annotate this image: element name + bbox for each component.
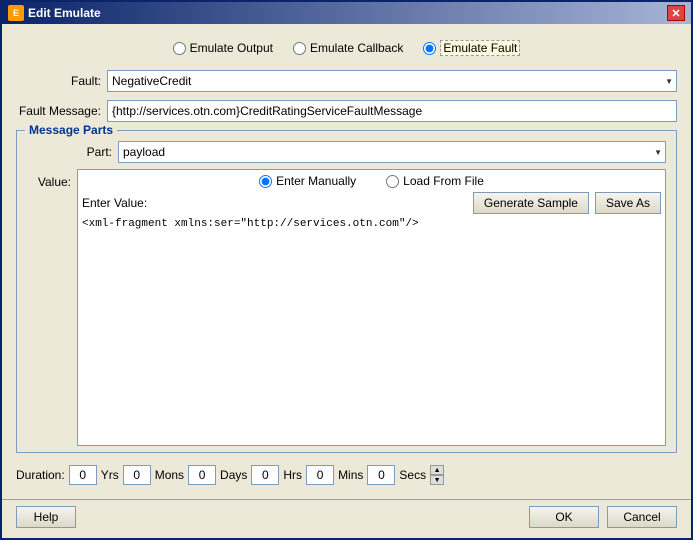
duration-mins-input[interactable] xyxy=(306,465,334,485)
duration-yrs-input[interactable] xyxy=(69,465,97,485)
duration-label: Duration: xyxy=(16,468,65,482)
action-buttons: Generate Sample Save As xyxy=(473,192,661,214)
value-row-wrapper: Value: Enter Manually Load From File xyxy=(27,169,666,446)
emulate-output-label: Emulate Output xyxy=(190,41,273,55)
emulate-fault-radio[interactable] xyxy=(423,42,436,55)
days-label: Days xyxy=(220,468,247,482)
part-select[interactable]: payload xyxy=(118,141,666,163)
duration-secs-input[interactable] xyxy=(367,465,395,485)
duration-spinner[interactable]: ▲ ▼ xyxy=(430,465,444,485)
help-button[interactable]: Help xyxy=(16,506,76,528)
fault-message-label: Fault Message: xyxy=(16,104,101,118)
enter-value-label: Enter Value: xyxy=(82,196,147,210)
title-bar: E Edit Emulate ✕ xyxy=(2,2,691,24)
generate-sample-button[interactable]: Generate Sample xyxy=(473,192,589,214)
enter-manually-label: Enter Manually xyxy=(276,174,356,188)
hrs-label: Hrs xyxy=(283,468,302,482)
fault-label: Fault: xyxy=(16,74,101,88)
bottom-bar: Help OK Cancel xyxy=(2,499,691,538)
close-button[interactable]: ✕ xyxy=(667,5,685,21)
save-as-button[interactable]: Save As xyxy=(595,192,661,214)
mons-label: Mons xyxy=(155,468,184,482)
message-parts-group: Message Parts Part: payload Value: xyxy=(16,130,677,453)
window-title: Edit Emulate xyxy=(28,6,101,20)
fault-message-input[interactable] xyxy=(107,100,677,122)
duration-hrs-input[interactable] xyxy=(251,465,279,485)
part-label: Part: xyxy=(27,145,112,159)
fault-row: Fault: NegativeCredit xyxy=(16,70,677,92)
emulate-fault-label: Emulate Fault xyxy=(440,40,520,56)
value-actions-row: Enter Value: Generate Sample Save As xyxy=(82,192,661,214)
value-radio-row: Enter Manually Load From File xyxy=(82,174,661,188)
fault-select[interactable]: NegativeCredit xyxy=(107,70,677,92)
emulate-callback-label: Emulate Callback xyxy=(310,41,403,55)
load-from-file-radio[interactable] xyxy=(386,175,399,188)
duration-row: Duration: Yrs Mons Days Hrs Mins Secs ▲ … xyxy=(16,461,677,489)
yrs-label: Yrs xyxy=(101,468,119,482)
emulate-output-radio[interactable] xyxy=(173,42,186,55)
emulate-mode-group: Emulate Output Emulate Callback Emulate … xyxy=(16,34,677,62)
duration-mons-input[interactable] xyxy=(123,465,151,485)
emulate-callback-option[interactable]: Emulate Callback xyxy=(293,40,403,56)
fault-select-wrapper: NegativeCredit xyxy=(107,70,677,92)
ok-button[interactable]: OK xyxy=(529,506,599,528)
enter-manually-radio[interactable] xyxy=(259,175,272,188)
mins-label: Mins xyxy=(338,468,363,482)
secs-label: Secs xyxy=(399,468,426,482)
message-parts-legend: Message Parts xyxy=(25,123,117,137)
part-select-wrapper: payload xyxy=(118,141,666,163)
title-bar-left: E Edit Emulate xyxy=(8,5,101,21)
load-from-file-label: Load From File xyxy=(403,174,484,188)
enter-manually-option[interactable]: Enter Manually xyxy=(259,174,356,188)
spin-down-button[interactable]: ▼ xyxy=(430,475,444,485)
edit-emulate-window: E Edit Emulate ✕ Emulate Output Emulate … xyxy=(0,0,693,540)
spin-up-button[interactable]: ▲ xyxy=(430,465,444,475)
emulate-callback-radio[interactable] xyxy=(293,42,306,55)
duration-days-input[interactable] xyxy=(188,465,216,485)
emulate-fault-option[interactable]: Emulate Fault xyxy=(423,40,520,56)
load-from-file-option[interactable]: Load From File xyxy=(386,174,484,188)
value-inner: Enter Manually Load From File Enter Valu… xyxy=(77,169,666,446)
part-row: Part: payload xyxy=(27,141,666,163)
xml-editor[interactable]: <xml-fragment xmlns:ser="http://services… xyxy=(82,218,661,358)
main-content: Emulate Output Emulate Callback Emulate … xyxy=(2,24,691,499)
emulate-output-option[interactable]: Emulate Output xyxy=(173,40,273,56)
fault-message-row: Fault Message: xyxy=(16,100,677,122)
window-icon: E xyxy=(8,5,24,21)
value-label: Value: xyxy=(27,175,71,189)
bottom-right-buttons: OK Cancel xyxy=(529,506,677,528)
cancel-button[interactable]: Cancel xyxy=(607,506,677,528)
